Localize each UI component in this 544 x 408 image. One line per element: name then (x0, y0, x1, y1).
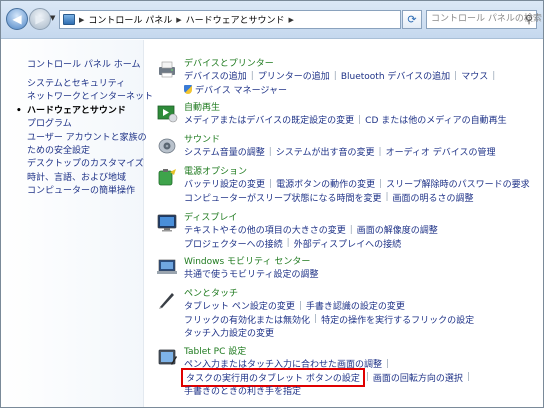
address-toolbar: ◀ ▶ ▼ ▶ コントロール パネル ▶ ハードウェアとサウンド ▶ ⟳ コント… (1, 1, 543, 39)
link-device-manager[interactable]: デバイス マネージャー (195, 83, 287, 96)
back-arrow-icon[interactable]: ◀ (6, 8, 28, 30)
link-add-device[interactable]: デバイスの追加 (184, 69, 247, 82)
link-resolution[interactable]: 画面の解像度の調整 (357, 223, 438, 236)
link-system-sounds[interactable]: システムが出す音の変更 (276, 145, 375, 158)
link-text-size[interactable]: テキストやその他の項目の大きさの変更 (184, 223, 346, 236)
refresh-icon[interactable]: ⟳ (402, 10, 422, 29)
link-wake-password[interactable]: スリープ解除時のパスワードの要求 (386, 177, 529, 190)
breadcrumb-separator-icon[interactable]: ▶ (79, 16, 84, 24)
autoplay-icon (157, 105, 178, 123)
link-screen-calibrate[interactable]: ペン入力またはタッチ入力に合わせた画面の調整 (184, 357, 382, 370)
devices-links: デバイスの追加 | プリンターの追加 | Bluetooth デバイスの追加 | マウ… (184, 69, 496, 96)
link-handedness[interactable]: 手書きのときの利き手を指定 (184, 384, 301, 397)
devices-title[interactable]: デバイスとプリンター (184, 56, 274, 69)
link-audio-devices[interactable]: オーディオ デバイスの管理 (386, 145, 496, 158)
sidebar-item-network[interactable]: ネットワークとインターネット (27, 91, 153, 104)
link-brightness[interactable]: 画面の明るさの調整 (393, 191, 474, 204)
display-links: テキストやその他の項目の大きさの変更 | 画面の解像度の調整 プロジェクターへの接… (184, 223, 438, 250)
speaker-icon (158, 138, 176, 154)
pen-title[interactable]: ペンとタッチ (184, 286, 238, 299)
link-cd-autoplay[interactable]: CD または他のメディアの自動再生 (365, 113, 506, 126)
link-system-volume[interactable]: システム音量の調整 (184, 145, 265, 158)
printer-icon (159, 61, 175, 78)
search-input[interactable]: コントロール パネルの検索 ⚲ (426, 10, 542, 29)
sidebar-item-user-accounts[interactable]: ユーザー アカウントと家族の (27, 132, 153, 145)
history-dropdown-icon[interactable]: ▼ (50, 14, 55, 22)
control-panel-icon (63, 14, 75, 25)
power-links: バッテリ設定の変更 | 電源ボタンの動作の変更 | スリープ解除時のパスワードの要求… (184, 177, 530, 204)
sidebar-item-programs[interactable]: プログラム (27, 118, 153, 131)
link-external-display[interactable]: 外部ディスプレイへの接続 (294, 237, 401, 250)
breadcrumb-control-panel[interactable]: コントロール パネル (88, 13, 172, 26)
tablet-links: ペン入力またはタッチ入力に合わせた画面の調整 | タスクの実行用のタブレット ボタ… (181, 357, 470, 397)
link-handwriting[interactable]: 手書き認識の設定の変更 (306, 299, 405, 312)
sound-links: システム音量の調整 | システムが出す音の変更 | オーディオ デバイスの管理 (184, 145, 496, 159)
autoplay-title[interactable]: 自動再生 (184, 100, 220, 113)
link-tablet-buttons[interactable]: タスクの実行用のタブレット ボタンの設定 (181, 367, 365, 387)
link-flicks-toggle[interactable]: フリックの有効化または無効化 (184, 313, 310, 326)
link-add-printer[interactable]: プリンターの追加 (258, 69, 330, 82)
tablet-title[interactable]: Tablet PC 設定 (184, 344, 246, 357)
breadcrumb-separator-icon[interactable]: ▶ (176, 16, 181, 24)
link-power-button[interactable]: 電源ボタンの動作の変更 (276, 177, 375, 190)
display-title[interactable]: ディスプレイ (184, 210, 237, 223)
breadcrumb-hardware-sound[interactable]: ハードウェアとサウンド (186, 13, 285, 26)
sidebar-item-ease-of-access[interactable]: コンピューターの簡単操作 (27, 185, 153, 198)
link-projector[interactable]: プロジェクターへの接続 (184, 237, 283, 250)
autoplay-links: メディアまたはデバイスの既定設定の変更 | CD または他のメディアの自動再生 (184, 113, 507, 127)
battery-icon (158, 169, 176, 186)
search-icon[interactable]: ⚲ (525, 13, 533, 26)
link-pen-settings[interactable]: タブレット ペン設定の変更 (184, 299, 295, 312)
sidebar-item-user-accounts-cont[interactable]: ための安全設定 (27, 145, 153, 158)
pen-icon (159, 293, 174, 309)
link-touch-input[interactable]: タッチ入力設定の変更 (184, 326, 274, 339)
sidebar-list: システムとセキュリティ ネットワークとインターネット ハードウェアとサウンド プ… (16, 78, 153, 199)
forward-arrow-icon[interactable]: ▶ (29, 8, 51, 30)
link-add-bluetooth[interactable]: Bluetooth デバイスの追加 (341, 69, 450, 82)
power-title[interactable]: 電源オプション (184, 164, 247, 177)
address-bar[interactable]: ▶ コントロール パネル ▶ ハードウェアとサウンド ▶ (59, 10, 401, 29)
link-flicks-config[interactable]: 特定の操作を実行するフリックの設定 (321, 313, 474, 326)
mobility-title[interactable]: Windows モビリティ センター (184, 254, 310, 267)
control-panel-window: ◀ ▶ ▼ ▶ コントロール パネル ▶ ハードウェアとサウンド ▶ ⟳ コント… (0, 0, 544, 408)
mobility-center-icon (157, 259, 177, 274)
mobility-links: 共通で使うモビリティ設定の調整 (184, 267, 539, 280)
monitor-icon (157, 214, 177, 232)
pen-links: タブレット ペン設定の変更 | 手書き認識の設定の変更 フリックの有効化または無効… (184, 299, 475, 339)
sidebar: コントロール パネル ホーム システムとセキュリティ ネットワークとインターネッ… (1, 40, 153, 407)
sidebar-item-desktop[interactable]: デスクトップのカスタマイズ (27, 158, 153, 171)
sidebar-home-link[interactable]: コントロール パネル ホーム (27, 57, 140, 70)
link-battery-settings[interactable]: バッテリ設定の変更 (184, 177, 265, 190)
link-default-media[interactable]: メディアまたはデバイスの既定設定の変更 (184, 113, 354, 126)
link-mobility-settings[interactable]: 共通で使うモビリティ設定の調整 (184, 267, 318, 280)
uac-shield-icon (184, 84, 192, 94)
link-sleep-time[interactable]: コンピューターがスリープ状態になる時間を変更 (184, 191, 381, 204)
sidebar-item-hardware-sound: ハードウェアとサウンド (16, 105, 153, 119)
breadcrumb-separator-icon[interactable]: ▶ (288, 16, 293, 24)
sound-title[interactable]: サウンド (184, 132, 220, 145)
sidebar-item-system-security[interactable]: システムとセキュリティ (27, 78, 153, 91)
tablet-pc-icon (158, 349, 177, 365)
link-screen-rotation[interactable]: 画面の回転方向の選択 (373, 371, 463, 384)
sidebar-item-clock-language[interactable]: 時計、言語、および地域 (27, 172, 153, 185)
link-mouse[interactable]: マウス (461, 69, 488, 82)
main-content: デバイスとプリンター デバイスの追加 | プリンターの追加 | Bluetooth … (145, 40, 543, 407)
